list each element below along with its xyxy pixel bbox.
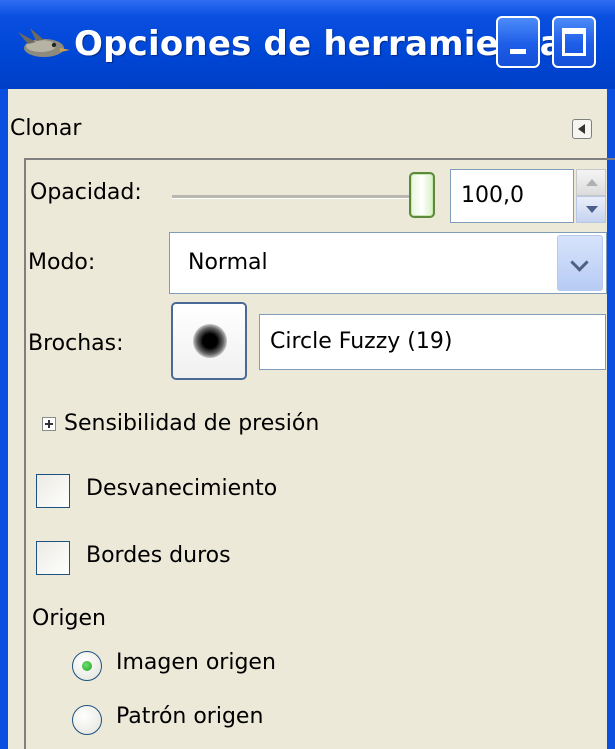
gimp-wilber-icon — [18, 28, 70, 57]
expand-plus-icon[interactable] — [42, 417, 56, 431]
chevron-down-icon — [570, 253, 589, 272]
hard-edges-label[interactable]: Bordes duros — [86, 543, 231, 568]
mode-select[interactable]: Normal — [169, 232, 607, 294]
fuzzy-circle-brush-icon — [193, 324, 227, 358]
opacity-spinner — [576, 169, 606, 223]
opacity-value-input[interactable]: 100,0 — [450, 169, 574, 223]
pattern-source-label[interactable]: Patrón origen — [116, 704, 263, 729]
title-bar[interactable]: Opciones de herramienta — [0, 0, 615, 89]
pressure-sensitivity-expander[interactable]: Sensibilidad de presión — [64, 411, 319, 436]
mode-label: Modo: — [28, 250, 96, 275]
mode-selected-value: Normal — [188, 250, 268, 275]
brush-name-field[interactable]: Circle Fuzzy (19) — [259, 314, 606, 370]
spin-down-button[interactable] — [576, 196, 606, 223]
minimize-button[interactable] — [496, 16, 540, 68]
image-source-radio[interactable] — [72, 651, 102, 681]
window-frame-top — [8, 89, 607, 94]
arrow-down-icon — [586, 206, 598, 213]
mode-dropdown-button[interactable] — [557, 235, 603, 291]
maximize-icon — [562, 28, 586, 56]
brush-label: Brochas: — [28, 331, 124, 356]
fade-label[interactable]: Desvanecimiento — [86, 476, 277, 501]
maximize-button[interactable] — [552, 16, 596, 68]
brush-preview-button[interactable] — [171, 302, 247, 380]
hard-edges-checkbox[interactable] — [36, 541, 70, 575]
panel-menu-arrow-icon — [578, 124, 585, 134]
opacity-label: Opacidad: — [30, 180, 142, 205]
source-section-label: Origen — [32, 606, 106, 631]
window-frame-left — [0, 89, 8, 749]
panel-title: Clonar — [10, 116, 82, 141]
opacity-slider-track[interactable] — [172, 195, 420, 199]
panel-menu-button[interactable] — [572, 119, 592, 139]
image-source-label[interactable]: Imagen origen — [116, 650, 276, 675]
arrow-up-icon — [586, 179, 598, 186]
window-title: Opciones de herramienta — [74, 24, 563, 64]
fade-checkbox[interactable] — [36, 474, 70, 508]
spin-up-button[interactable] — [576, 169, 606, 196]
minimize-icon — [510, 49, 526, 54]
opacity-slider-thumb[interactable] — [409, 172, 435, 218]
pattern-source-radio[interactable] — [72, 705, 102, 735]
